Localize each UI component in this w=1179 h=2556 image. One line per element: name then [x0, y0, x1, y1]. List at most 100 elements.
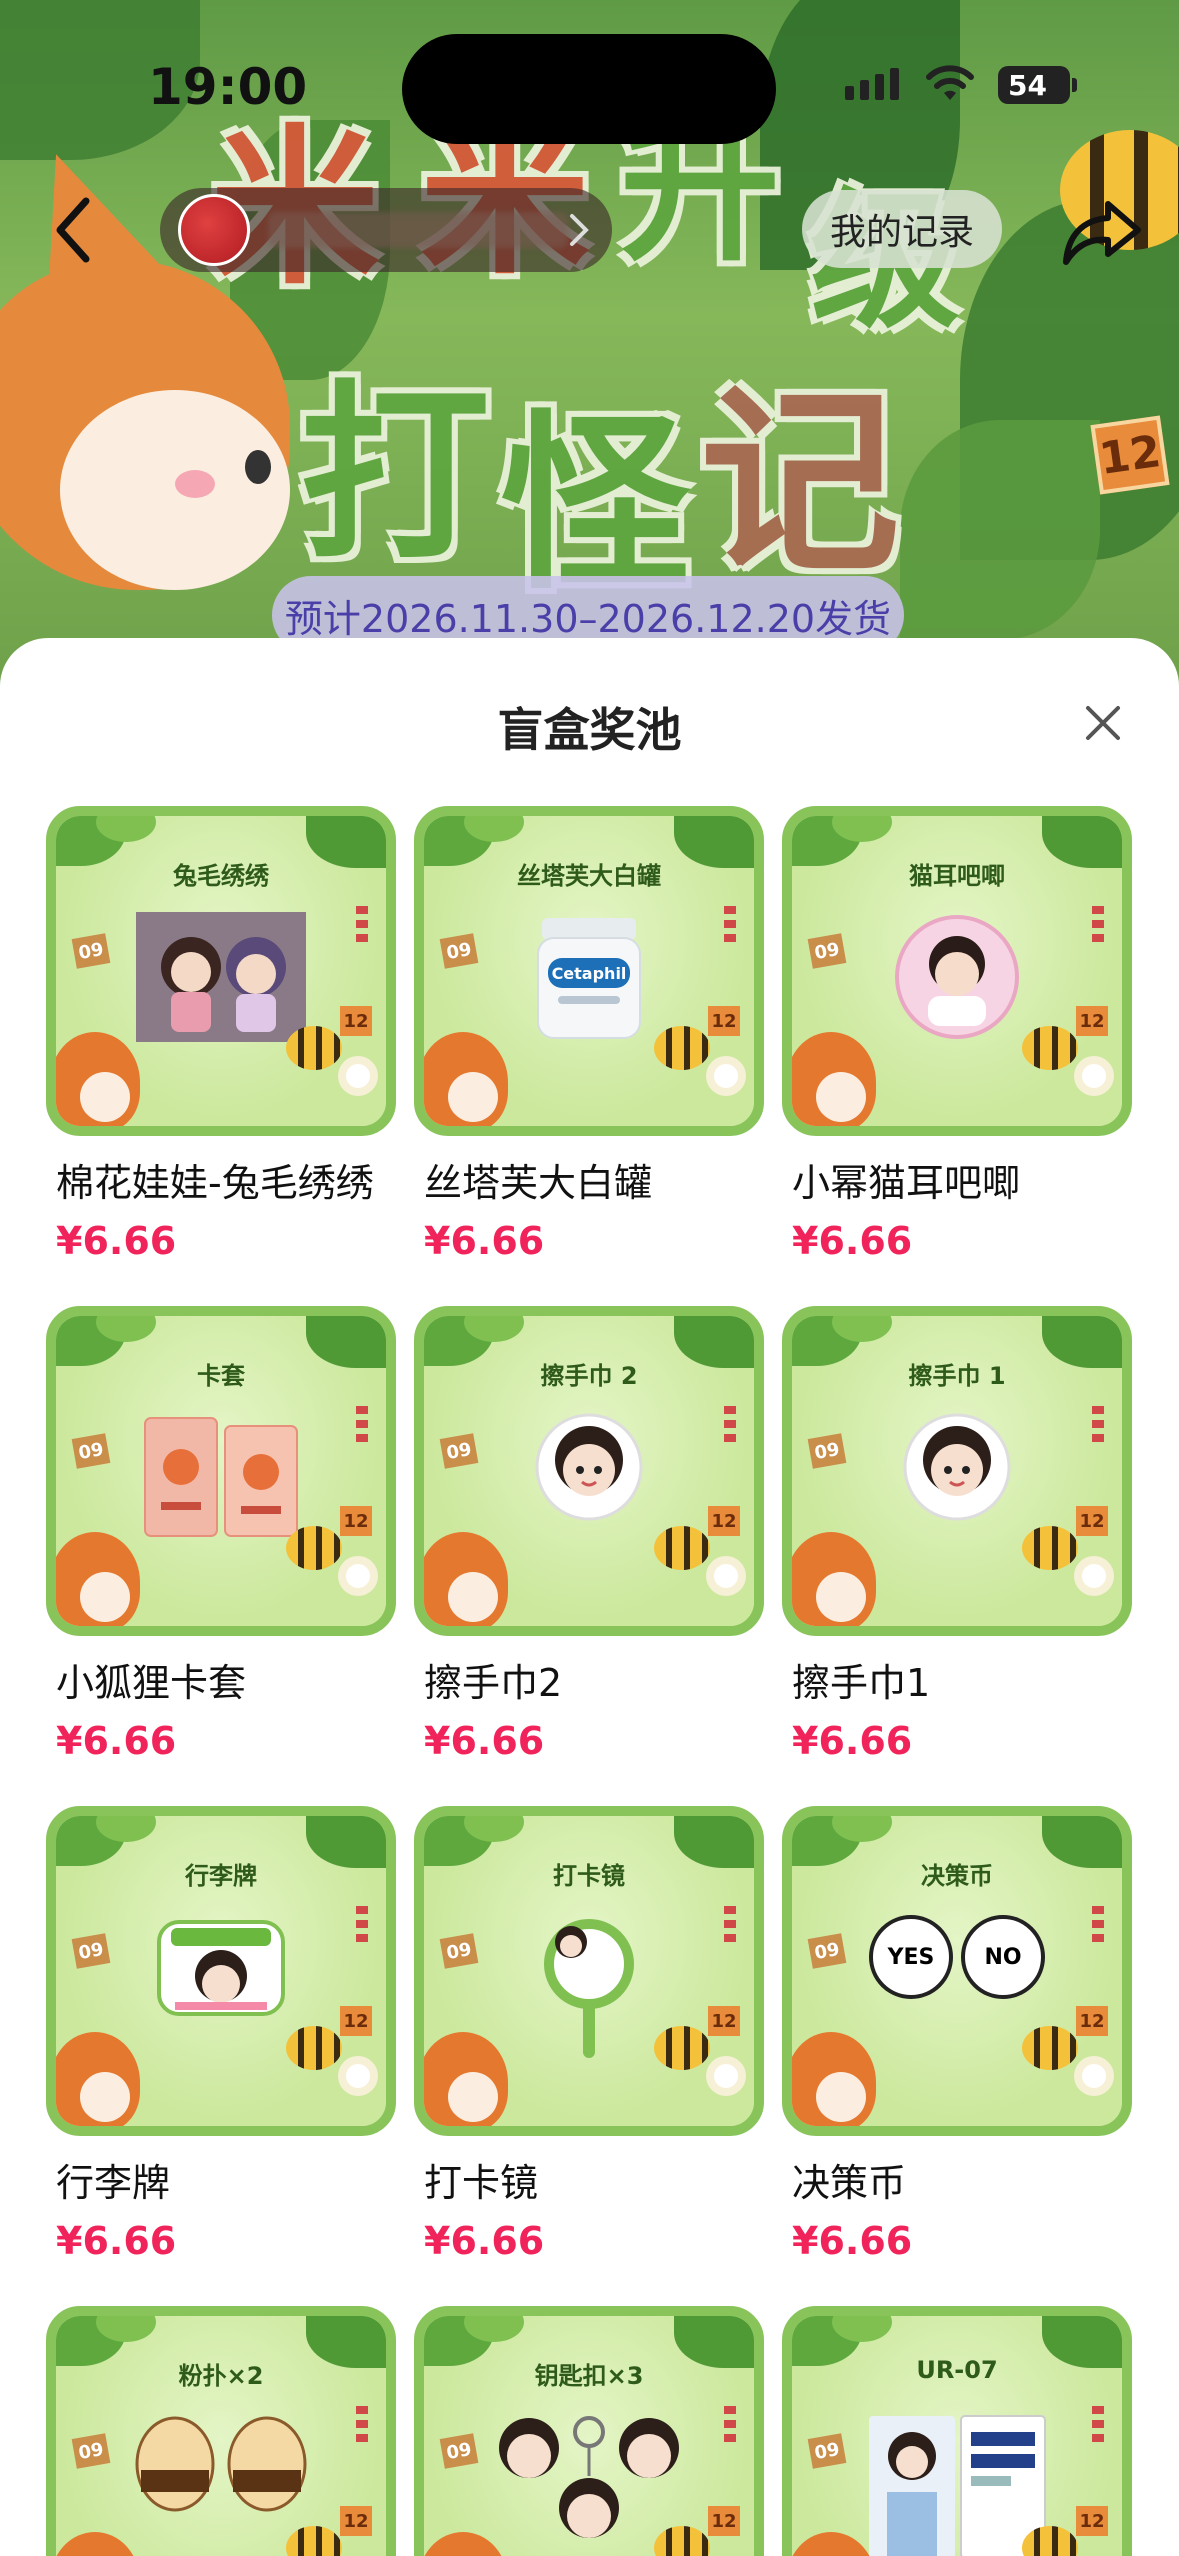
svg-text:Cetaphil: Cetaphil: [552, 964, 627, 983]
date-tag-decor: 12: [1076, 1506, 1108, 1536]
fox-mascot-icon: [792, 1532, 876, 1626]
product-image: Cetaphil: [534, 912, 644, 1046]
date-tag-decor: 12: [340, 1006, 372, 1036]
prize-card[interactable]: 09 12 猫耳吧唧 小幂猫耳吧唧 ¥6.66: [782, 806, 1132, 1263]
prize-card[interactable]: 09 12 卡套 小狐狸卡套 ¥6.66: [46, 1306, 396, 1763]
prize-thumbnail: 09 12 行李牌: [46, 1806, 396, 2136]
prize-card[interactable]: 09 12 行李牌 行李牌 ¥6.66: [46, 1806, 396, 2263]
dynamic-island: [402, 34, 776, 144]
prize-price: ¥6.66: [792, 1719, 913, 1763]
prize-name: 行李牌: [56, 2161, 171, 2205]
my-records-button[interactable]: 我的记录: [802, 190, 1002, 268]
shop-entry-button[interactable]: [160, 188, 612, 272]
flower-icon: [706, 1556, 746, 1596]
fox-mascot-icon: [792, 2032, 876, 2126]
date-tag-decor: 12: [708, 2506, 740, 2536]
prize-pool-sheet: 盲盒奖池 09 12 兔毛绣绣棉花娃娃-兔毛绣绣 ¥6.66 09 12 丝塔芙大白罐 Cet…: [0, 638, 1179, 2556]
dots-decor: [1092, 1906, 1104, 1946]
date-tag-decor: 09: [807, 2433, 847, 2469]
prize-card[interactable]: 09 12 兔毛绣绣棉花娃娃-兔毛绣绣 ¥6.66: [46, 806, 396, 1263]
bee-icon: [1022, 1526, 1078, 1570]
prize-card[interactable]: 09 12 打卡镜 打卡镜 ¥6.66: [414, 1806, 764, 2263]
status-bar: 19:00 54: [0, 0, 1179, 150]
share-icon[interactable]: [1060, 190, 1144, 270]
prize-card[interactable]: 09 12 粉扑×2: [46, 2306, 396, 2556]
prize-card[interactable]: 09 12 决策币 YES NO 决策币 ¥6.66: [782, 1806, 1132, 2263]
date-tag-decor: 09: [807, 1933, 847, 1969]
prize-thumbnail: 09 12 兔毛绣绣: [46, 806, 396, 1136]
prize-card[interactable]: 09 12 UR-07: [782, 2306, 1132, 2556]
prize-thumbnail: 09 12 打卡镜: [414, 1806, 764, 2136]
date-tag-decor: 12: [1076, 2006, 1108, 2036]
date-tag-decor: 12: [1076, 2506, 1108, 2536]
sheet-title: 盲盒奖池: [497, 703, 682, 757]
date-tag-decor: 09: [71, 933, 111, 969]
prize-price: ¥6.66: [424, 2219, 545, 2263]
svg-text:YES: YES: [887, 1945, 935, 1970]
fox-mascot-icon: [424, 1532, 508, 1626]
dots-decor: [724, 2406, 736, 2446]
chevron-right-icon: [570, 214, 589, 246]
product-image: [892, 912, 1022, 1046]
prize-thumb-label: 钥匙扣×3: [534, 2362, 644, 2390]
prize-price: ¥6.66: [56, 1219, 177, 1263]
prize-price: ¥6.66: [424, 1219, 545, 1263]
date-tag-decor: 12: [708, 1506, 740, 1536]
dots-decor: [1092, 1406, 1104, 1446]
date-tag-decor: 12: [708, 1006, 740, 1036]
flower-icon: [1074, 1556, 1114, 1596]
prize-name: 丝塔芙大白罐: [424, 1161, 653, 1205]
flower-icon: [706, 1056, 746, 1096]
prize-thumbnail: 09 12 卡套: [46, 1306, 396, 1636]
bee-icon: [654, 1026, 710, 1070]
dots-decor: [1092, 906, 1104, 946]
prize-name: 棉花娃娃-兔毛绣绣: [56, 1161, 374, 1205]
prize-thumb-label: 擦手巾 1: [908, 1362, 1006, 1390]
date-tag-decor: 12: [1090, 415, 1170, 495]
bee-icon: [286, 1026, 342, 1070]
prize-name: 小狐狸卡套: [56, 1661, 247, 1705]
date-tag-decor: 12: [340, 2006, 372, 2036]
flower-icon: [1074, 1056, 1114, 1096]
date-tag-decor: 09: [807, 933, 847, 969]
prize-thumb-label: 丝塔芙大白罐: [517, 862, 661, 890]
dots-decor: [724, 906, 736, 946]
cellular-signal-icon: [845, 68, 899, 100]
prize-card[interactable]: 09 12 钥匙扣×3: [414, 2306, 764, 2556]
prize-thumb-label: UR-07: [916, 2356, 998, 2384]
date-tag-decor: 09: [71, 1433, 111, 1469]
prize-name: 决策币: [792, 2161, 907, 2205]
back-button[interactable]: [42, 190, 102, 270]
prize-thumbnail: 09 12 决策币 YES NO: [782, 1806, 1132, 2136]
prize-card[interactable]: 09 12 丝塔芙大白罐 Cetaphil 丝塔芙大白罐 ¥6.66: [414, 806, 764, 1263]
date-tag-decor: 09: [71, 1933, 111, 1969]
flower-icon: [338, 1556, 378, 1596]
flower-icon: [706, 2056, 746, 2096]
prize-thumb-label: 打卡镜: [553, 1862, 625, 1890]
dots-decor: [356, 1906, 368, 1946]
fox-mascot-icon: [56, 1032, 140, 1126]
dots-decor: [356, 906, 368, 946]
prize-thumbnail: 09 12 丝塔芙大白罐 Cetaphil: [414, 806, 764, 1136]
prize-price: ¥6.66: [792, 1219, 913, 1263]
date-tag-decor: 09: [439, 933, 479, 969]
close-icon[interactable]: [1078, 698, 1128, 748]
date-tag-decor: 12: [340, 2506, 372, 2536]
prize-thumb-label: 决策币: [921, 1862, 993, 1890]
fox-mascot-icon: [424, 1032, 508, 1126]
date-tag-decor: 09: [439, 1433, 479, 1469]
prize-thumb-label: 擦手巾 2: [540, 1362, 638, 1390]
hero-title-char: 记: [700, 367, 901, 600]
fox-mascot-icon: [56, 1532, 140, 1626]
prize-card[interactable]: 09 12 擦手巾 1 擦手巾1 ¥6.66: [782, 1306, 1132, 1763]
prize-card[interactable]: 09 12 擦手巾 2 擦手巾2 ¥6.66: [414, 1306, 764, 1763]
prize-thumb-label: 兔毛绣绣: [173, 862, 269, 890]
date-tag-decor: 09: [71, 2433, 111, 2469]
fox-cheek: [175, 470, 215, 498]
product-image: [136, 912, 306, 1046]
product-image: [534, 1412, 644, 1526]
date-tag-decor: 12: [340, 1506, 372, 1536]
product-image: [131, 2412, 311, 2516]
fox-mascot-icon: [56, 2032, 140, 2126]
flower-icon: [338, 2056, 378, 2096]
